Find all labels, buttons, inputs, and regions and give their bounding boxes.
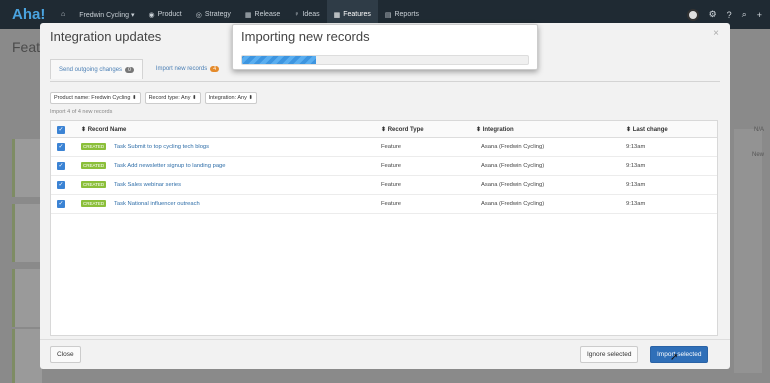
filter-bar: Product name: Fredwin Cycling ⬍ Record t…: [50, 92, 257, 104]
close-button[interactable]: Close: [50, 346, 81, 363]
aha-logo[interactable]: Aha!: [12, 6, 54, 23]
column-record-name[interactable]: ⬍ Record Name: [81, 126, 126, 133]
strategy-icon: ◎: [195, 11, 202, 19]
record-name-link[interactable]: Task Add newsletter signup to landing pa…: [114, 163, 226, 169]
import-count-text: Import 4 of 4 new records: [50, 109, 113, 115]
row-checkbox[interactable]: ✓: [57, 143, 65, 151]
tab-count-badge: 0: [125, 66, 134, 73]
last-change-cell: 9:13am: [626, 144, 646, 150]
integration-cell: Asana (Fredwin Cycling): [481, 201, 545, 207]
records-table: ✓ ⬍ Record Name ⬍ Record Type ⬍ Integrat…: [50, 120, 718, 336]
integration-cell: Asana (Fredwin Cycling): [481, 163, 545, 169]
status-badge: CREATED: [81, 162, 107, 169]
close-icon[interactable]: ×: [713, 28, 719, 39]
importing-progress-dialog: Importing new records: [232, 24, 538, 70]
feature-card: [12, 139, 42, 197]
feature-card: [12, 329, 42, 383]
tab-import-new-records[interactable]: Import new records 4: [147, 59, 228, 79]
last-change-cell: 9:13am: [626, 163, 646, 169]
feature-card: [12, 269, 42, 327]
last-change-cell: 9:13am: [626, 182, 646, 188]
tab-label: Send outgoing changes: [59, 66, 123, 73]
tab-label: Import new records: [155, 66, 208, 72]
column-integration[interactable]: ⬍ Integration: [476, 126, 514, 133]
status-badge: CREATED: [81, 181, 107, 188]
nav-ideas-label: Ideas: [302, 11, 320, 18]
table-row: ✓ CREATED Task Submit to top cycling tec…: [51, 138, 717, 157]
select-all-checkbox[interactable]: ✓: [57, 126, 65, 134]
gear-icon[interactable]: ⚙: [709, 9, 717, 20]
progress-bar: [241, 55, 529, 65]
table-header: ✓ ⬍ Record Name ⬍ Record Type ⬍ Integrat…: [51, 121, 717, 138]
table-row: ✓ CREATED Task Add newsletter signup to …: [51, 157, 717, 176]
record-name-link[interactable]: Task Submit to top cycling tech blogs: [114, 144, 209, 150]
mouse-cursor-icon: ➚: [670, 352, 679, 363]
record-type-filter[interactable]: Record type: Any ⬍: [144, 92, 201, 104]
tab-count-badge: 4: [210, 66, 219, 72]
product-icon: ◉: [148, 11, 155, 19]
row-checkbox[interactable]: ✓: [57, 200, 65, 208]
record-type-cell: Feature: [381, 182, 401, 188]
ignore-selected-button[interactable]: Ignore selected: [580, 346, 639, 363]
search-icon[interactable]: ⌕: [742, 9, 747, 20]
row-checkbox[interactable]: ✓: [57, 181, 65, 189]
new-label: New: [751, 152, 764, 158]
row-checkbox[interactable]: ✓: [57, 162, 65, 170]
nav-release-label: Release: [254, 11, 281, 18]
table-row: ✓ CREATED Task Sales webinar series Feat…: [51, 176, 717, 195]
nav-product-label: Product: [157, 11, 182, 18]
import-selected-button[interactable]: Import selected: [650, 346, 709, 363]
avatar[interactable]: [686, 8, 699, 21]
tab-send-outgoing-changes[interactable]: Send outgoing changes 0: [50, 59, 143, 79]
nav-strategy-label: Strategy: [204, 11, 231, 18]
nav-reports-label: Reports: [394, 11, 419, 18]
integration-updates-modal: Integration updates × Send outgoing chan…: [40, 23, 730, 369]
record-type-cell: Feature: [381, 163, 401, 169]
nav-features-label: Features: [343, 11, 371, 18]
column-record-type[interactable]: ⬍ Record Type: [381, 126, 424, 133]
modal-title: Integration updates: [50, 29, 162, 44]
add-icon[interactable]: +: [757, 10, 762, 20]
integration-filter[interactable]: Integration: Any ⬍: [204, 92, 257, 104]
integration-cell: Asana (Fredwin Cycling): [481, 144, 545, 150]
status-badge: CREATED: [81, 200, 107, 207]
record-type-cell: Feature: [381, 201, 401, 207]
feature-card: [12, 204, 42, 262]
help-icon[interactable]: ?: [727, 10, 732, 20]
status-badge: CREATED: [81, 143, 107, 150]
calendar-icon: ▦: [244, 11, 252, 19]
progress-title: Importing new records: [241, 29, 370, 44]
column-last-change[interactable]: ⬍ Last change: [626, 126, 668, 133]
record-name-link[interactable]: Task Sales webinar series: [114, 182, 181, 188]
modal-tabs: Send outgoing changes 0 Import new recor…: [50, 59, 228, 79]
modal-footer: Close Ignore selected Import selected: [40, 339, 730, 369]
tab-divider: [50, 81, 720, 82]
status-column: [734, 129, 762, 373]
last-change-cell: 9:13am: [626, 201, 646, 207]
table-row: ✓ CREATED Task National influencer outre…: [51, 195, 717, 214]
na-label: N/A: [753, 127, 764, 133]
record-name-link[interactable]: Task National influencer outreach: [114, 201, 200, 207]
record-type-cell: Feature: [381, 144, 401, 150]
grid-icon: ▦: [333, 11, 341, 19]
chart-icon: ▤: [384, 11, 392, 19]
product-name-filter[interactable]: Product name: Fredwin Cycling ⬍: [50, 92, 141, 104]
integration-cell: Asana (Fredwin Cycling): [481, 182, 545, 188]
lightbulb-icon: ♀: [294, 11, 300, 18]
progress-bar-fill: [242, 56, 317, 64]
